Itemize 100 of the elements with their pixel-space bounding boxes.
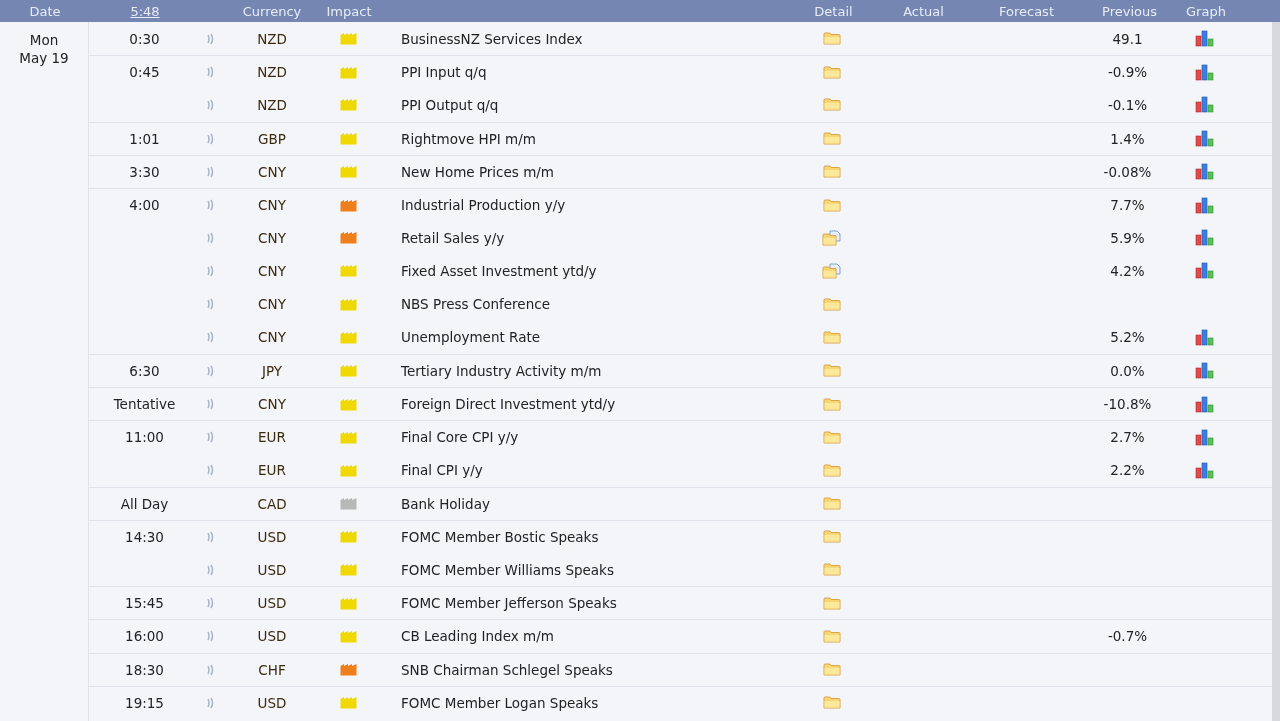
currency-code: USD	[257, 628, 287, 645]
currency-code: CNY	[258, 163, 286, 180]
event-name[interactable]: Fixed Asset Investment ytd/y	[401, 262, 597, 279]
event-name[interactable]: Retail Sales y/y	[401, 229, 505, 246]
currency-code: USD	[257, 694, 287, 711]
bar-chart-icon[interactable]	[1194, 229, 1214, 247]
currency-code: EUR	[258, 429, 286, 446]
event-name[interactable]: PPI Output q/q	[401, 96, 499, 113]
event-time: All Day	[120, 495, 169, 512]
bar-chart-icon[interactable]	[1194, 30, 1214, 48]
event-time: 18:30	[125, 661, 164, 678]
event-name[interactable]: BusinessNZ Services Index	[401, 30, 583, 47]
event-name[interactable]: Rightmove HPI m/m	[401, 130, 536, 147]
folder-icon[interactable]	[822, 563, 841, 577]
event-name[interactable]: Industrial Production y/y	[401, 197, 566, 214]
sound-icon[interactable]	[206, 98, 214, 111]
sound-icon[interactable]	[206, 165, 214, 178]
sound-icon[interactable]	[206, 199, 214, 212]
folder-icon[interactable]	[822, 132, 841, 146]
event-name[interactable]: Tertiary Industry Activity m/m	[401, 362, 602, 379]
bar-chart-icon[interactable]	[1194, 428, 1214, 446]
event-time: 11:00	[125, 429, 164, 446]
event-name[interactable]: Foreign Direct Investment ytd/y	[401, 396, 616, 413]
event-name[interactable]: FOMC Member Williams Speaks	[401, 561, 614, 578]
sound-icon[interactable]	[206, 464, 214, 477]
sound-icon[interactable]	[206, 630, 214, 643]
folder-icon[interactable]	[822, 596, 841, 610]
currency-code: CNY	[258, 296, 286, 313]
event-name[interactable]: FOMC Member Bostic Speaks	[401, 528, 599, 545]
currency-code: NZD	[257, 64, 287, 81]
sound-icon[interactable]	[206, 398, 214, 411]
folder-icon[interactable]	[822, 629, 841, 643]
previous-value: 5.2%	[1110, 329, 1145, 346]
folder-icon[interactable]	[822, 463, 841, 477]
event-name[interactable]: Final CPI y/y	[401, 462, 483, 479]
event-name[interactable]: FOMC Member Jefferson Speaks	[401, 595, 617, 612]
folder-document-icon[interactable]	[821, 229, 842, 246]
scrollbar[interactable]	[1272, 22, 1280, 721]
sound-icon[interactable]	[206, 663, 214, 676]
previous-value: -10.8%	[1103, 396, 1152, 413]
sound-icon[interactable]	[206, 530, 214, 543]
event-name[interactable]: FOMC Member Logan Speaks	[401, 694, 599, 711]
sound-icon[interactable]	[206, 32, 214, 45]
previous-value: -0.08%	[1103, 163, 1152, 180]
sound-icon[interactable]	[206, 231, 214, 244]
folder-icon[interactable]	[822, 397, 841, 411]
folder-icon[interactable]	[822, 65, 841, 79]
column-header: Forecast	[998, 3, 1055, 19]
event-name[interactable]: Final Core CPI y/y	[401, 429, 519, 446]
event-name[interactable]: CB Leading Index m/m	[401, 628, 554, 645]
event-time: 0:45	[129, 64, 160, 81]
previous-value: 2.7%	[1110, 429, 1145, 446]
bar-chart-icon[interactable]	[1194, 262, 1214, 280]
sound-icon[interactable]	[206, 132, 214, 145]
bar-chart-icon[interactable]	[1194, 461, 1214, 479]
folder-icon[interactable]	[822, 98, 841, 112]
event-name[interactable]: Unemployment Rate	[401, 329, 540, 346]
bar-chart-icon[interactable]	[1194, 328, 1214, 346]
folder-icon[interactable]	[822, 663, 841, 677]
sound-icon[interactable]	[206, 431, 214, 444]
sound-icon[interactable]	[206, 696, 214, 709]
folder-icon[interactable]	[822, 198, 841, 212]
sound-icon[interactable]	[206, 563, 214, 576]
bar-chart-icon[interactable]	[1194, 130, 1214, 148]
event-name[interactable]: Bank Holiday	[401, 495, 490, 512]
bar-chart-icon[interactable]	[1194, 395, 1214, 413]
sound-icon[interactable]	[206, 597, 214, 610]
bar-chart-icon[interactable]	[1194, 196, 1214, 214]
previous-value: -0.9%	[1107, 64, 1148, 81]
folder-icon[interactable]	[822, 530, 841, 544]
currency-code: JPY	[261, 362, 283, 379]
event-name[interactable]: NBS Press Conference	[401, 296, 550, 313]
bar-chart-icon[interactable]	[1194, 362, 1214, 380]
folder-icon[interactable]	[822, 330, 841, 344]
bar-chart-icon[interactable]	[1194, 96, 1214, 114]
folder-icon[interactable]	[822, 165, 841, 179]
bar-chart-icon[interactable]	[1194, 163, 1214, 181]
currency-code: NZD	[257, 96, 287, 113]
sound-icon[interactable]	[206, 331, 214, 344]
folder-icon[interactable]	[822, 430, 841, 444]
sound-icon[interactable]	[206, 66, 214, 79]
folder-document-icon[interactable]	[821, 262, 842, 279]
column-header: Impact	[325, 3, 373, 19]
folder-icon[interactable]	[822, 497, 841, 511]
folder-icon[interactable]	[822, 297, 841, 311]
sound-icon[interactable]	[206, 298, 214, 311]
event-name[interactable]: PPI Input q/q	[401, 64, 487, 81]
event-name[interactable]: New Home Prices m/m	[401, 163, 554, 180]
previous-value: -0.7%	[1107, 628, 1148, 645]
sound-icon[interactable]	[206, 264, 214, 277]
event-name[interactable]: SNB Chairman Schlegel Speaks	[401, 661, 613, 678]
folder-icon[interactable]	[822, 696, 841, 710]
previous-value: 0.0%	[1110, 362, 1145, 379]
currency-code: NZD	[257, 30, 287, 47]
currency-code: CNY	[258, 329, 286, 346]
bar-chart-icon[interactable]	[1194, 63, 1214, 81]
folder-icon[interactable]	[822, 32, 841, 46]
currency-code: GBP	[258, 130, 286, 147]
sound-icon[interactable]	[206, 364, 214, 377]
folder-icon[interactable]	[822, 364, 841, 378]
